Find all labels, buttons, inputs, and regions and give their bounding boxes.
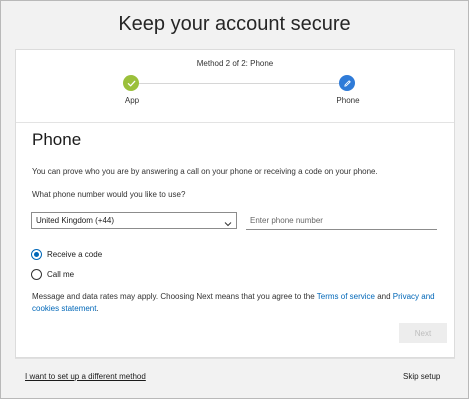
legal-middle: and: [375, 292, 393, 301]
phone-question: What phone number would you like to use?: [32, 190, 186, 199]
different-method-link[interactable]: I want to set up a different method: [25, 372, 146, 381]
receive-code-option[interactable]: Receive a code: [31, 249, 102, 260]
legal-prefix: Message and data rates may apply. Choosi…: [32, 292, 317, 301]
next-button[interactable]: Next: [399, 323, 447, 343]
setup-window: Keep your account secure Method 2 of 2: …: [0, 0, 469, 399]
step-label-phone: Phone: [336, 96, 360, 105]
legal-notice: Message and data rates may apply. Choosi…: [32, 291, 442, 315]
footer-divider: [15, 358, 455, 359]
check-icon: [127, 79, 136, 88]
pencil-icon: [343, 79, 352, 88]
method-label: Method 2 of 2: Phone: [196, 59, 274, 68]
terms-of-service-link[interactable]: Terms of service: [317, 292, 375, 301]
country-code-select[interactable]: United Kingdom (+44): [31, 212, 237, 229]
country-selected-value: United Kingdom (+44): [36, 216, 115, 225]
progress-stepper: Method 2 of 2: Phone App Phone: [16, 50, 454, 122]
section-heading: Phone: [32, 130, 82, 149]
setup-card: Method 2 of 2: Phone App Phone Phone You…: [15, 49, 455, 358]
call-me-option[interactable]: Call me: [31, 269, 74, 280]
page-title: Keep your account secure: [118, 13, 351, 35]
step-app-complete: [123, 75, 139, 91]
legal-suffix: .: [96, 304, 99, 313]
call-me-radio[interactable]: [31, 269, 42, 280]
receive-code-radio[interactable]: [31, 249, 42, 260]
call-me-label[interactable]: Call me: [47, 270, 74, 279]
step-label-app: App: [124, 96, 140, 105]
step-phone-current: [339, 75, 355, 91]
stepper-divider: [16, 122, 454, 123]
chevron-down-icon: [224, 217, 232, 232]
receive-code-label[interactable]: Receive a code: [47, 250, 102, 259]
section-description: You can prove who you are by answering a…: [32, 167, 378, 176]
skip-setup-link[interactable]: Skip setup: [403, 372, 440, 381]
phone-number-input[interactable]: [246, 212, 437, 230]
progress-line: [132, 83, 348, 84]
